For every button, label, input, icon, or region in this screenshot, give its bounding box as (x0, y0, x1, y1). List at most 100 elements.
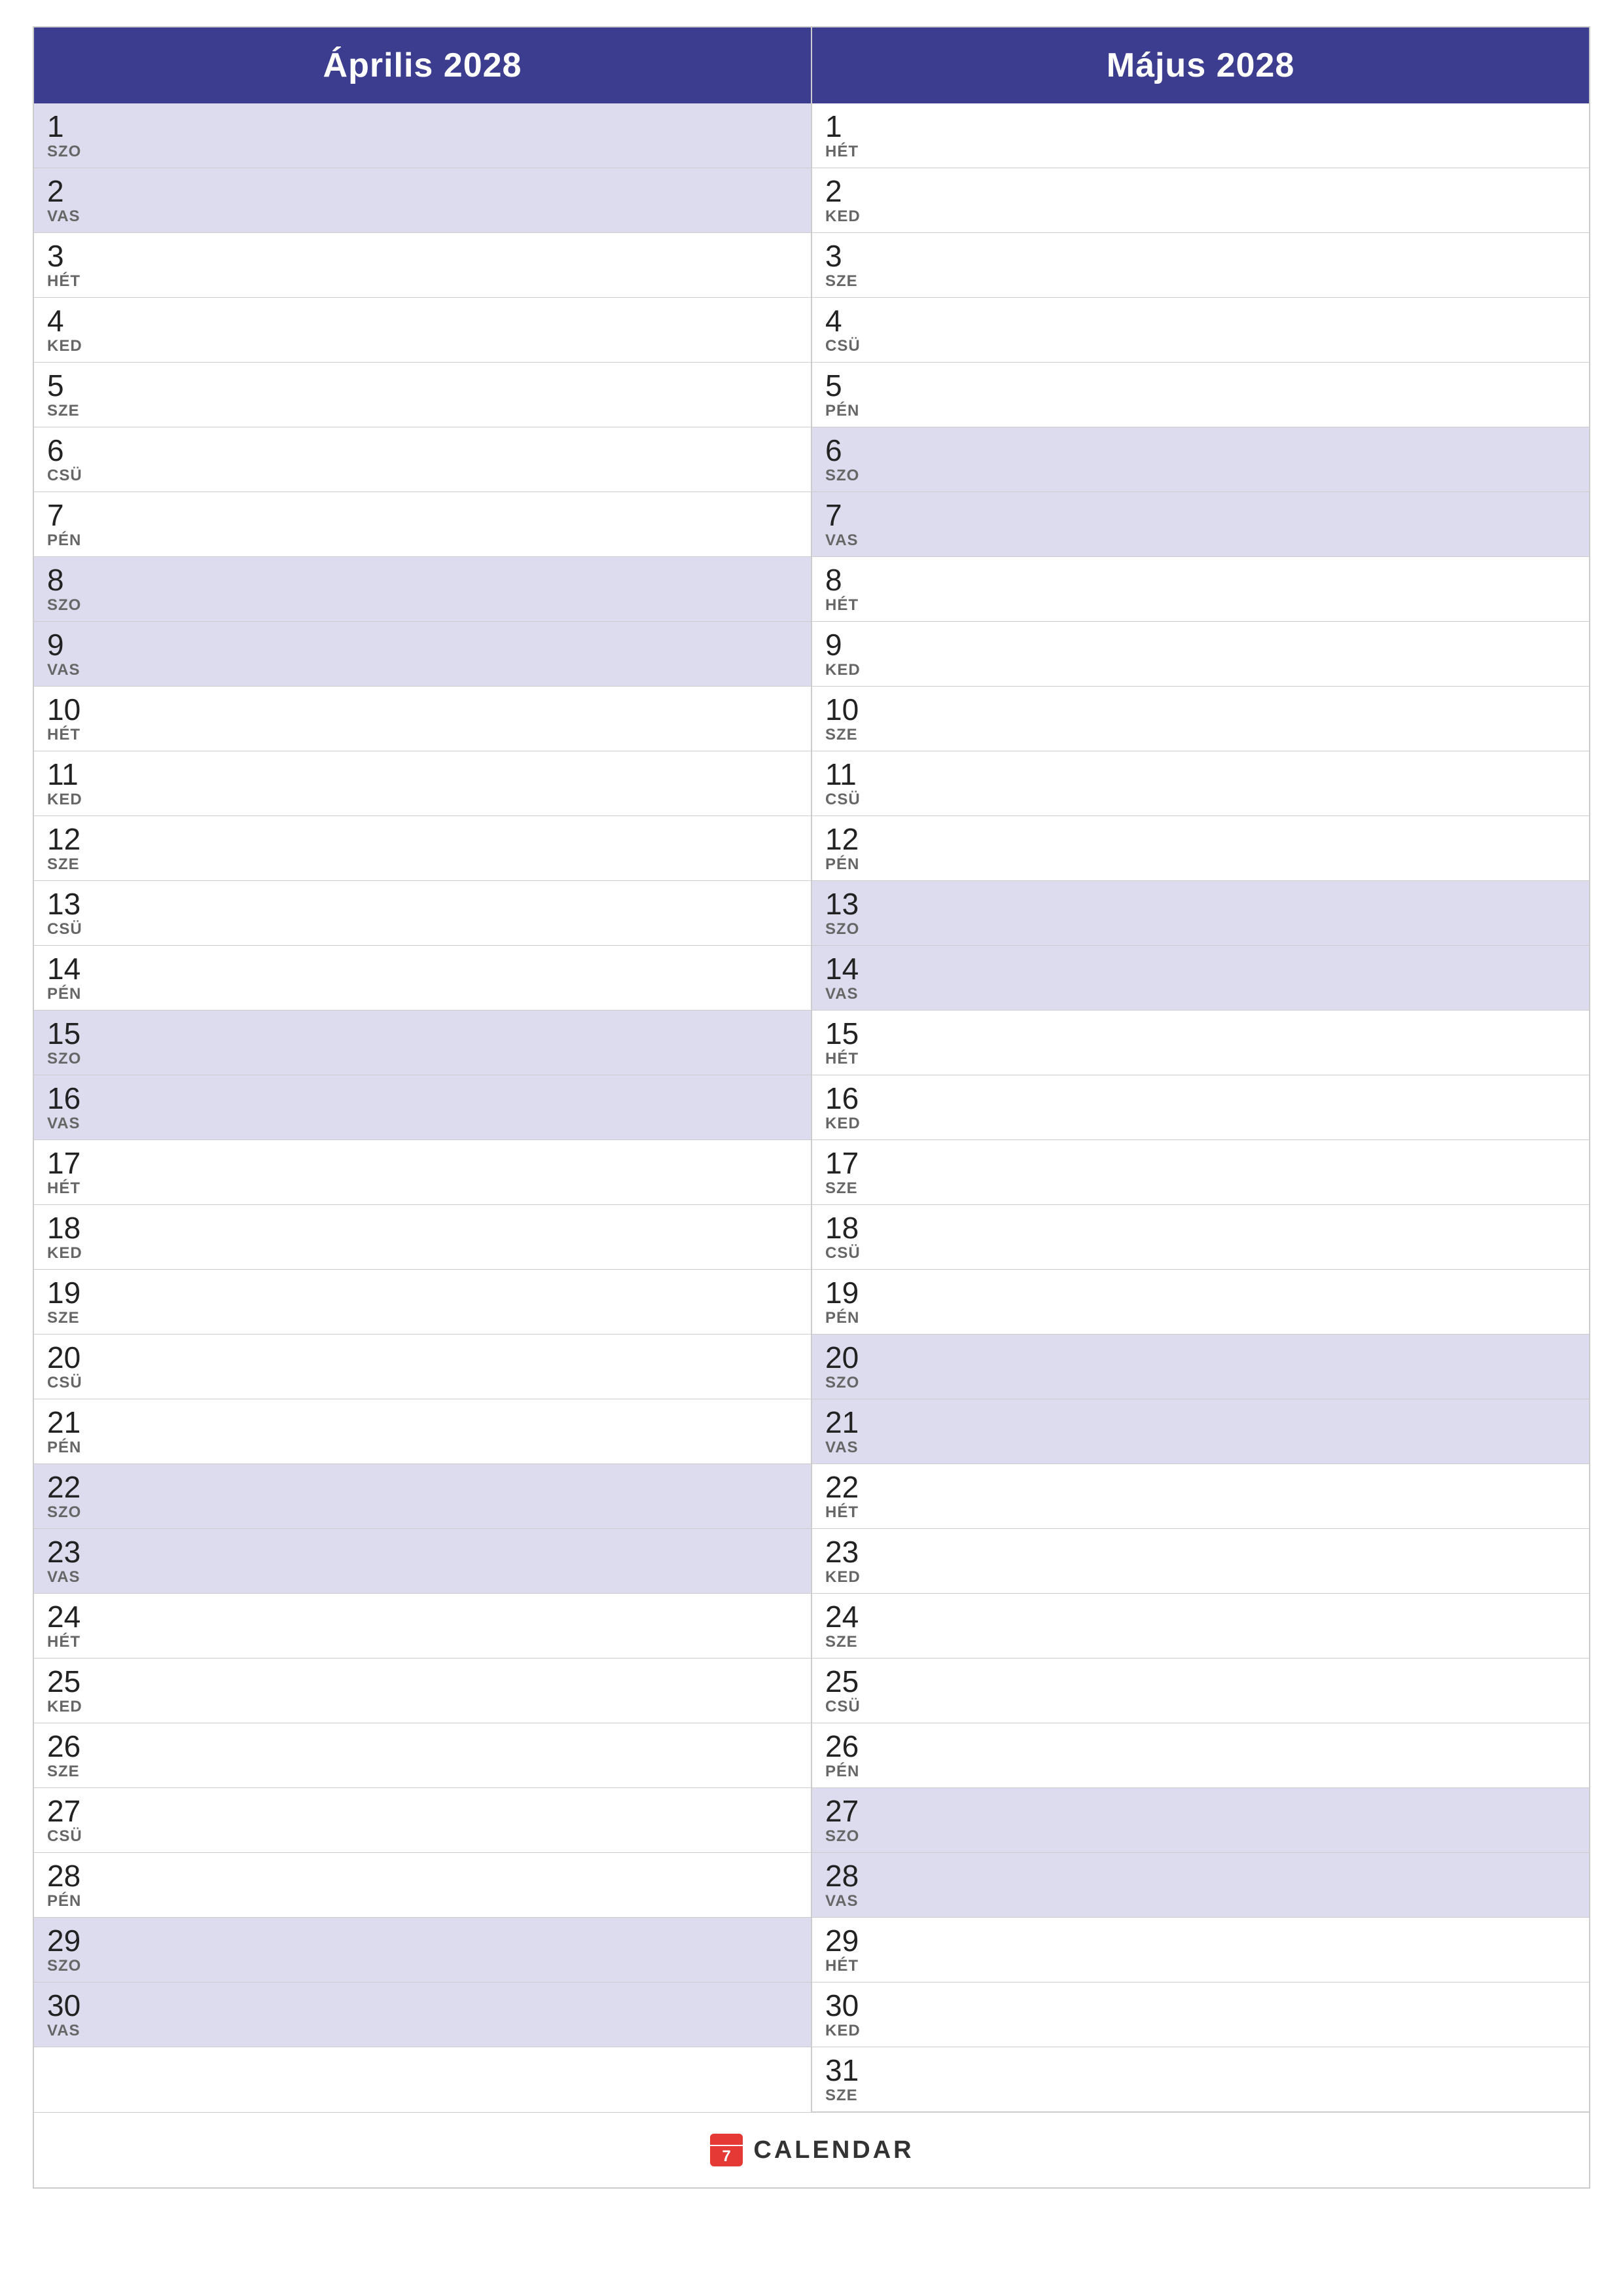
day-cell: 12SZE (47, 824, 99, 874)
day-abbr: SZE (825, 272, 878, 291)
day-number: 5 (825, 370, 878, 401)
day-number: 13 (825, 889, 878, 919)
day-row: 26 PÉN (812, 1723, 1589, 1788)
calendar-container: Április 2028 Május 2028 1SZO2VAS3HÉT4KED… (33, 26, 1590, 2189)
day-row: 24SZE (812, 1594, 1589, 1659)
day-cell: 30VAS (47, 1990, 99, 2040)
day-cell: 25CSÜ (825, 1666, 878, 1716)
day-cell: 22SZO (47, 1472, 99, 1522)
day-abbr: PÉN (825, 1763, 878, 1781)
day-number: 1 (47, 111, 99, 141)
day-abbr: CSÜ (825, 1244, 878, 1263)
day-abbr: CSÜ (47, 1374, 99, 1392)
day-number: 14 (825, 954, 878, 984)
day-abbr: HÉT (47, 272, 99, 291)
day-abbr: KED (825, 1568, 878, 1587)
day-row: 2KED (812, 168, 1589, 233)
day-row: 19SZE (34, 1270, 811, 1335)
day-cell: 30 KED (825, 1990, 878, 2040)
day-row: 3HÉT (34, 233, 811, 298)
day-number: 15 (47, 1018, 99, 1049)
day-abbr: PÉN (825, 402, 878, 420)
day-number: 25 (47, 1666, 99, 1696)
day-number: 20 (47, 1342, 99, 1372)
day-row: 19PÉN (812, 1270, 1589, 1335)
day-abbr: VAS (825, 1892, 878, 1910)
day-cell: 11CSÜ (825, 759, 878, 809)
day-row: 25KED (34, 1659, 811, 1723)
day-number: 28 (825, 1861, 878, 1891)
svg-text:7: 7 (722, 2147, 731, 2165)
day-number: 7 (825, 500, 878, 530)
day-number: 27 (47, 1796, 99, 1826)
day-cell: 29SZO (47, 1926, 99, 1975)
day-row: 23VAS (34, 1529, 811, 1594)
day-cell: 27CSÜ (47, 1796, 99, 1846)
day-cell: 2KED (825, 176, 878, 226)
day-number: 8 (47, 565, 99, 595)
day-row: 22SZO (34, 1464, 811, 1529)
day-cell: 13SZO (825, 889, 878, 939)
day-abbr: KED (47, 1244, 99, 1263)
day-abbr: KED (825, 207, 878, 226)
day-abbr: SZO (825, 1827, 878, 1846)
day-abbr: PÉN (825, 1309, 878, 1327)
day-number: 28 (47, 1861, 99, 1891)
footer-logo: 7 CALENDAR (709, 2132, 914, 2168)
day-row: 17SZE (812, 1140, 1589, 1205)
day-abbr: KED (47, 791, 99, 809)
day-number: 17 (47, 1148, 99, 1178)
day-row: 5SZE (34, 363, 811, 427)
day-abbr: KED (825, 2022, 878, 2040)
day-number: 26 (825, 1731, 878, 1761)
day-abbr: HÉT (47, 726, 99, 744)
day-cell: 5SZE (47, 370, 99, 420)
day-cell: 26SZE (47, 1731, 99, 1781)
day-number: 14 (47, 954, 99, 984)
day-row: 23KED (812, 1529, 1589, 1594)
day-number: 18 (825, 1213, 878, 1243)
day-row: 16KED (812, 1075, 1589, 1140)
day-row: 12SZE (34, 816, 811, 881)
day-row: 24HÉT (34, 1594, 811, 1659)
calendar-logo-icon: 7 (709, 2132, 744, 2168)
day-abbr: HÉT (825, 143, 878, 161)
day-row: 10SZE (812, 687, 1589, 751)
day-number: 21 (825, 1407, 878, 1437)
day-number: 6 (825, 435, 878, 465)
day-number: 30 (825, 1990, 878, 2020)
day-row: 15SZO (34, 1011, 811, 1075)
day-abbr: HÉT (825, 1050, 878, 1068)
day-abbr: SZO (47, 1503, 99, 1522)
day-cell: 18CSÜ (825, 1213, 878, 1263)
day-cell: 20 CSÜ (47, 1342, 99, 1392)
day-abbr: SZO (47, 1957, 99, 1975)
day-number: 11 (47, 759, 99, 789)
day-cell: 28PÉN (47, 1861, 99, 1910)
day-abbr: HÉT (825, 596, 878, 615)
day-row: 20 CSÜ (34, 1335, 811, 1399)
day-cell: 7VAS (825, 500, 878, 550)
day-row: 18CSÜ (812, 1205, 1589, 1270)
calendar-header: Április 2028 Május 2028 (34, 27, 1589, 103)
day-number: 31 (825, 2055, 878, 2085)
day-number: 10 (47, 694, 99, 725)
day-row: 21VAS (812, 1399, 1589, 1464)
day-number: 4 (825, 306, 878, 336)
day-row: 11CSÜ (812, 751, 1589, 816)
day-number: 16 (825, 1083, 878, 1113)
day-cell: 1SZO (47, 111, 99, 161)
day-cell: 23VAS (47, 1537, 99, 1587)
day-cell: 24SZE (825, 1602, 878, 1651)
day-abbr: HÉT (825, 1957, 878, 1975)
day-number: 22 (47, 1472, 99, 1502)
footer: 7 CALENDAR (34, 2112, 1589, 2187)
day-number: 5 (47, 370, 99, 401)
day-row: 9KED (812, 622, 1589, 687)
day-abbr: CSÜ (825, 337, 878, 355)
day-row: 18KED (34, 1205, 811, 1270)
day-row: 20SZO (812, 1335, 1589, 1399)
day-number: 12 (825, 824, 878, 854)
day-number: 18 (47, 1213, 99, 1243)
may-column: 1HÉT2KED3SZE4CSÜ5PÉN6SZO7VAS8HÉT9KED10SZ… (812, 103, 1589, 2112)
